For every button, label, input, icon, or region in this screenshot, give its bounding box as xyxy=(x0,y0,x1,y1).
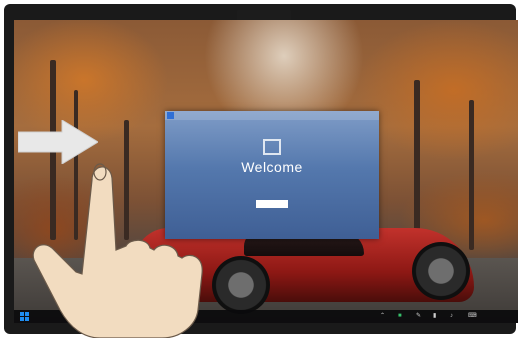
window-titlebar[interactable] xyxy=(165,111,379,120)
window-logo-icon xyxy=(167,112,174,119)
windows-logo-icon xyxy=(25,312,29,316)
wallpaper-tree xyxy=(414,80,420,250)
keyboard-icon[interactable]: ⌨ xyxy=(468,313,477,320)
windows-logo-icon xyxy=(20,312,24,316)
wallpaper-tree xyxy=(469,100,474,250)
windows-logo-icon xyxy=(25,317,29,321)
pen-icon[interactable]: ✎ xyxy=(416,313,421,320)
chevron-up-icon[interactable]: ⌃ xyxy=(380,313,385,320)
battery-icon[interactable]: ▮ xyxy=(433,313,436,320)
wallpaper-car-wheel xyxy=(412,242,470,300)
pointing-hand-icon xyxy=(32,163,203,338)
volume-icon[interactable]: ♪ xyxy=(450,313,453,320)
windows-logo-icon xyxy=(20,317,24,321)
tablet-icon xyxy=(263,139,281,155)
start-button[interactable] xyxy=(20,312,30,321)
welcome-button[interactable] xyxy=(256,200,288,208)
wallpaper-car-wheel xyxy=(212,256,270,314)
network-icon[interactable]: ■ xyxy=(398,313,402,320)
